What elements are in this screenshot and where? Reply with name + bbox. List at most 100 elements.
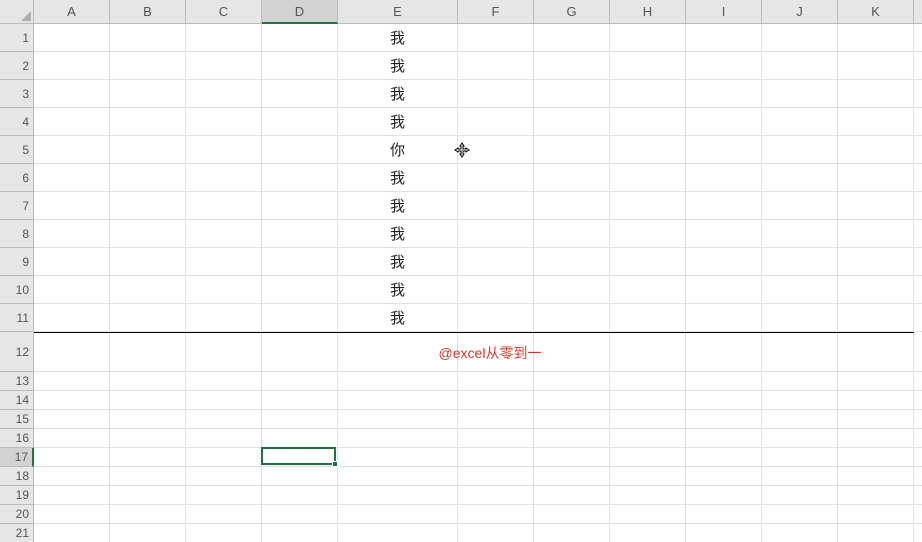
cell-B2[interactable] [110,52,186,80]
cell-D3[interactable] [262,80,338,108]
cell-B9[interactable] [110,248,186,276]
cell-J20[interactable] [762,505,838,524]
cell-G17[interactable] [534,448,610,467]
column-header-D[interactable]: D [262,0,338,24]
cell-J3[interactable] [762,80,838,108]
cell-L13[interactable] [914,372,922,391]
cell-L10[interactable] [914,276,922,304]
cell-C20[interactable] [186,505,262,524]
cell-I3[interactable] [686,80,762,108]
cell-E10[interactable]: 我 [338,276,458,304]
cell-C9[interactable] [186,248,262,276]
cell-E19[interactable] [338,486,458,505]
cell-D8[interactable] [262,220,338,248]
cell-B15[interactable] [110,410,186,429]
cell-H13[interactable] [610,372,686,391]
cell-I21[interactable] [686,524,762,542]
cell-H16[interactable] [610,429,686,448]
cell-H5[interactable] [610,136,686,164]
cell-C10[interactable] [186,276,262,304]
cell-I9[interactable] [686,248,762,276]
cell-J4[interactable] [762,108,838,136]
cell-J10[interactable] [762,276,838,304]
row-header-10[interactable]: 10 [0,276,34,304]
cell-H7[interactable] [610,192,686,220]
cell-C12[interactable] [186,332,262,372]
cell-I4[interactable] [686,108,762,136]
cell-K11[interactable] [838,304,914,332]
cell-G8[interactable] [534,220,610,248]
cell-A2[interactable] [34,52,110,80]
cell-J5[interactable] [762,136,838,164]
cell-L20[interactable] [914,505,922,524]
row-header-14[interactable]: 14 [0,391,34,410]
cell-C5[interactable] [186,136,262,164]
cell-J11[interactable] [762,304,838,332]
cell-E1[interactable]: 我 [338,24,458,52]
cell-F13[interactable] [458,372,534,391]
cell-K7[interactable] [838,192,914,220]
cell-J15[interactable] [762,410,838,429]
row-header-15[interactable]: 15 [0,410,34,429]
cell-L1[interactable] [914,24,922,52]
cell-K20[interactable] [838,505,914,524]
cell-C15[interactable] [186,410,262,429]
cell-L3[interactable] [914,80,922,108]
cell-G3[interactable] [534,80,610,108]
cell-I5[interactable] [686,136,762,164]
cell-G5[interactable] [534,136,610,164]
cell-B6[interactable] [110,164,186,192]
cell-D14[interactable] [262,391,338,410]
cell-F1[interactable] [458,24,534,52]
cell-D2[interactable] [262,52,338,80]
cell-A17[interactable] [34,448,110,467]
cell-B17[interactable] [110,448,186,467]
cell-B3[interactable] [110,80,186,108]
cell-H9[interactable] [610,248,686,276]
cell-I10[interactable] [686,276,762,304]
cell-L16[interactable] [914,429,922,448]
cell-A9[interactable] [34,248,110,276]
cell-H14[interactable] [610,391,686,410]
cell-B10[interactable] [110,276,186,304]
cell-B7[interactable] [110,192,186,220]
cell-A15[interactable] [34,410,110,429]
cell-G14[interactable] [534,391,610,410]
cell-E3[interactable]: 我 [338,80,458,108]
cell-F17[interactable] [458,448,534,467]
cell-E13[interactable] [338,372,458,391]
cell-C21[interactable] [186,524,262,542]
cell-A18[interactable] [34,467,110,486]
row-header-13[interactable]: 13 [0,372,34,391]
column-header-I[interactable]: I [686,0,762,24]
cell-G7[interactable] [534,192,610,220]
cell-I6[interactable] [686,164,762,192]
cell-D4[interactable] [262,108,338,136]
cell-I8[interactable] [686,220,762,248]
cell-F3[interactable] [458,80,534,108]
cell-F16[interactable] [458,429,534,448]
cell-I11[interactable] [686,304,762,332]
cell-L6[interactable] [914,164,922,192]
cell-G18[interactable] [534,467,610,486]
cell-J1[interactable] [762,24,838,52]
cell-A14[interactable] [34,391,110,410]
row-header-9[interactable]: 9 [0,248,34,276]
cell-B21[interactable] [110,524,186,542]
row-header-8[interactable]: 8 [0,220,34,248]
cell-E21[interactable] [338,524,458,542]
cell-A16[interactable] [34,429,110,448]
cell-J9[interactable] [762,248,838,276]
cell-A1[interactable] [34,24,110,52]
row-header-18[interactable]: 18 [0,467,34,486]
cell-E2[interactable]: 我 [338,52,458,80]
column-header-K[interactable]: K [838,0,914,24]
cell-F14[interactable] [458,391,534,410]
cell-J18[interactable] [762,467,838,486]
cell-A10[interactable] [34,276,110,304]
cell-I19[interactable] [686,486,762,505]
cell-D15[interactable] [262,410,338,429]
cell-I1[interactable] [686,24,762,52]
cell-C7[interactable] [186,192,262,220]
row-header-21[interactable]: 21 [0,524,34,542]
